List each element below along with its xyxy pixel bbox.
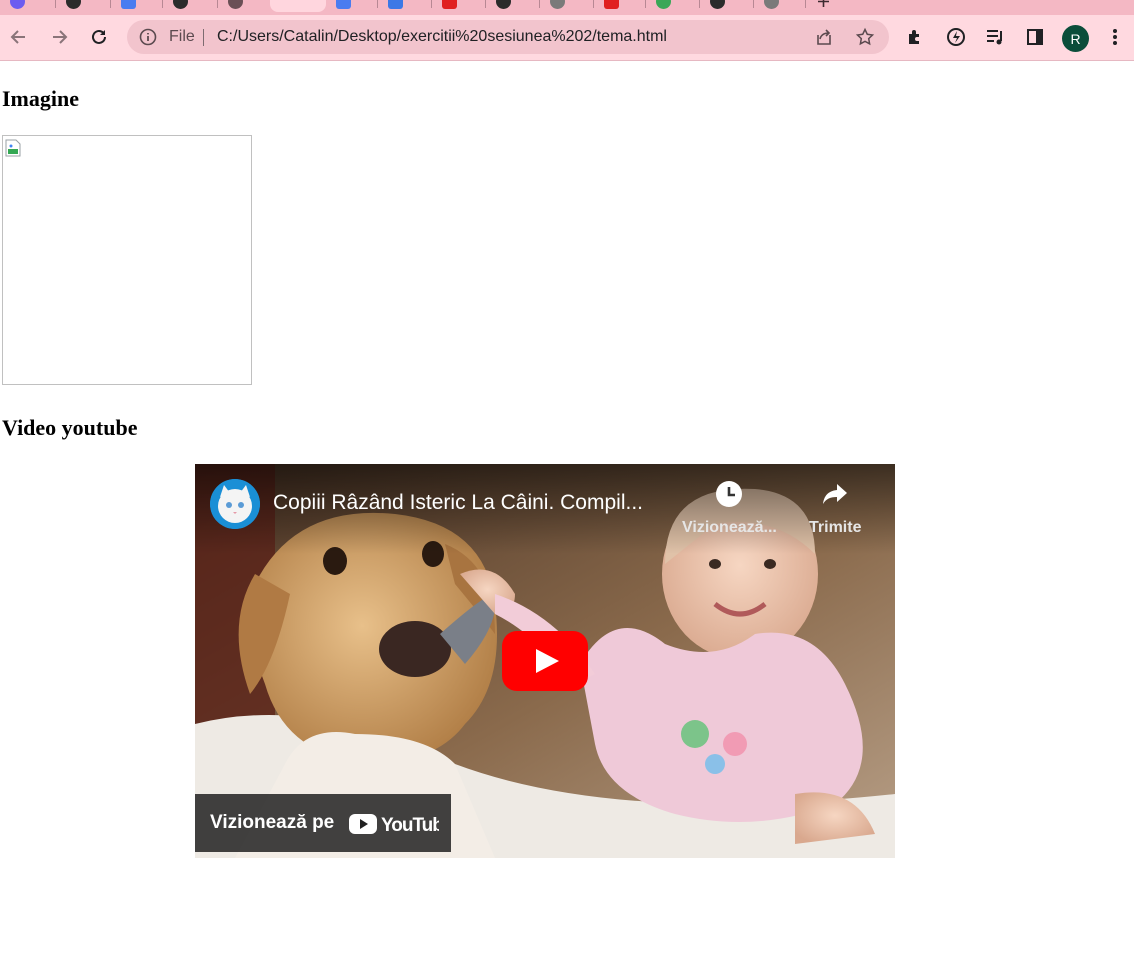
profile-avatar[interactable]: R (1062, 25, 1089, 52)
clock-icon (716, 481, 743, 507)
address-scheme-label: File (169, 28, 195, 45)
reload-icon (92, 29, 106, 44)
watch-later-button[interactable]: Vizionează... (682, 480, 777, 537)
extensions-icon[interactable] (902, 24, 928, 50)
github-icon (710, 0, 725, 9)
tab-favicon-icon (228, 0, 243, 9)
youtube-icon (442, 0, 457, 9)
docs-icon (336, 0, 351, 9)
youtube-logo-text: YouTube (381, 815, 439, 836)
info-icon[interactable] (139, 28, 157, 51)
browser-tab[interactable] (754, 0, 806, 12)
browser-tab[interactable] (163, 0, 218, 12)
menu-kebab-icon[interactable] (1102, 24, 1128, 50)
performance-icon[interactable] (943, 24, 969, 50)
new-tab-button[interactable] (806, 0, 846, 12)
browser-tab[interactable] (646, 0, 700, 12)
watch-on-label: Vizionează pe (210, 812, 335, 833)
arrow-left-icon (10, 30, 25, 44)
browser-tab[interactable] (700, 0, 754, 12)
browser-tab[interactable] (0, 0, 56, 12)
browser-tab[interactable] (56, 0, 111, 12)
github-icon (66, 0, 81, 9)
tab-strip (0, 0, 1134, 15)
cat-icon (210, 479, 260, 529)
youtube-icon (604, 0, 619, 9)
heading-video: Video youtube (2, 415, 138, 440)
tab-favicon-icon (10, 0, 25, 9)
play-button[interactable] (502, 631, 588, 691)
tab-favicon-icon (550, 0, 565, 9)
browser-tab[interactable] (540, 0, 594, 12)
docs-icon (388, 0, 403, 9)
plus-icon (816, 0, 831, 9)
youtube-logo-icon: YouTube (349, 814, 439, 836)
tab-favicon-icon (764, 0, 779, 9)
share-arrow-icon (823, 484, 848, 504)
side-panel-icon[interactable] (1022, 24, 1048, 50)
address-url[interactable]: C:/Users/Catalin/Desktop/exercitii%20ses… (217, 28, 667, 46)
share-page-icon[interactable] (813, 26, 835, 48)
forward-button[interactable] (44, 22, 74, 52)
github-icon (496, 0, 511, 9)
browser-tab[interactable] (326, 0, 378, 12)
address-bar[interactable]: File C:/Users/Catalin/Desktop/exercitii%… (127, 20, 889, 54)
media-controls-icon[interactable] (982, 24, 1008, 50)
broken-image-icon (5, 139, 21, 157)
browser-tab[interactable] (111, 0, 163, 12)
back-button[interactable] (4, 22, 34, 52)
browser-tab-active[interactable] (270, 0, 326, 12)
share-label: Trimite (809, 519, 862, 536)
browser-tab[interactable] (378, 0, 432, 12)
reload-button[interactable] (84, 22, 114, 52)
browser-tab[interactable] (486, 0, 540, 12)
share-button[interactable]: Trimite (809, 480, 861, 537)
address-divider (203, 29, 204, 46)
bookmark-star-icon[interactable] (854, 26, 876, 48)
channel-avatar[interactable] (210, 479, 260, 529)
watch-on-youtube-button[interactable]: Vizionează pe YouTube (195, 794, 451, 852)
github-icon (173, 0, 188, 9)
browser-tab[interactable] (594, 0, 646, 12)
docs-icon (121, 0, 136, 9)
browser-tab[interactable] (432, 0, 486, 12)
broken-image (2, 135, 252, 385)
youtube-embed[interactable]: Copiii Râzând Isteric La Câini. Compil..… (195, 464, 895, 858)
chrome-icon (656, 0, 671, 9)
arrow-right-icon (53, 30, 68, 44)
video-title[interactable]: Copiii Râzând Isteric La Câini. Compil..… (273, 491, 643, 515)
watch-later-label: Vizionează... (682, 519, 777, 536)
browser-toolbar: File C:/Users/Catalin/Desktop/exercitii%… (0, 15, 1134, 61)
heading-image: Imagine (2, 86, 79, 111)
browser-tab[interactable] (218, 0, 270, 12)
